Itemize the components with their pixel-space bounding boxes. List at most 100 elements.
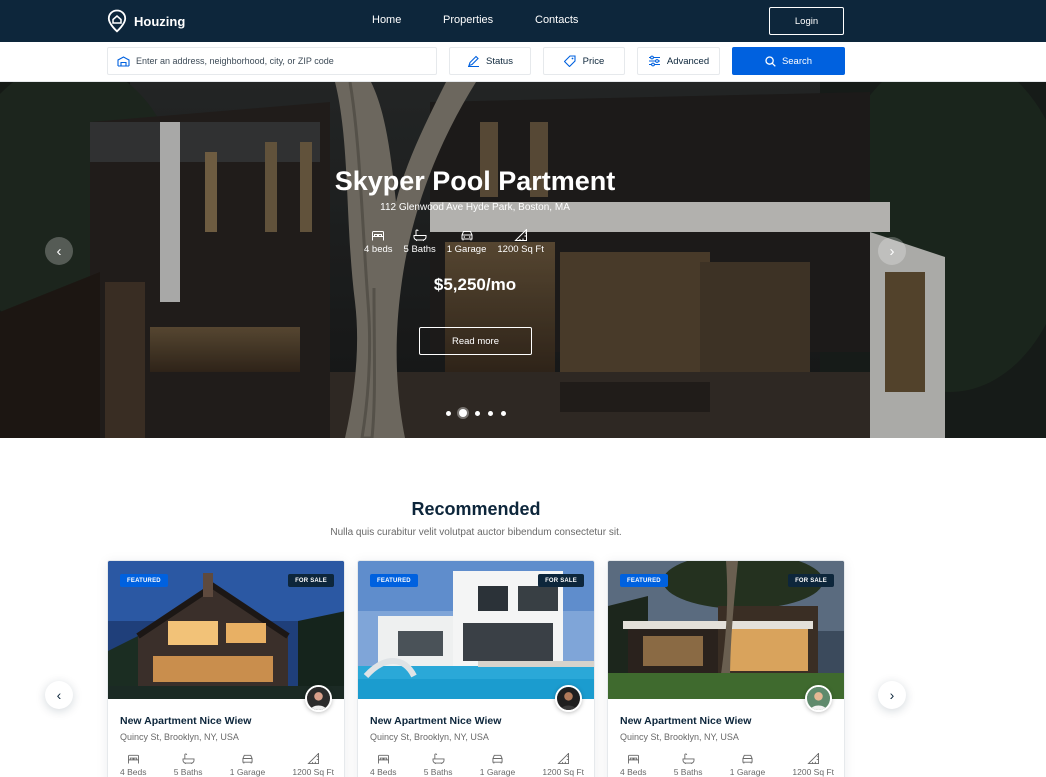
car-icon (492, 754, 503, 764)
agent-avatar[interactable] (555, 685, 582, 712)
price-filter-button[interactable]: Price (543, 47, 625, 75)
property-image: FEATURED FOR SALE (358, 561, 594, 699)
property-title[interactable]: New Apartment Nice Wiew (370, 715, 501, 727)
search-icon (765, 55, 776, 67)
carousel-dot-1[interactable] (446, 410, 451, 416)
carousel-dot-4[interactable] (488, 410, 493, 416)
property-features: 4 Beds 5 Baths 1 Garage 1200 Sq Ft (120, 753, 334, 777)
feature-beds: 4 Beds (370, 753, 396, 777)
chevron-right-icon: › (889, 242, 895, 260)
property-address: Quincy St, Brooklyn, NY, USA (120, 732, 239, 742)
area-label: 1200 Sq Ft (292, 767, 334, 777)
recommended-next-button[interactable]: › (878, 681, 906, 709)
advanced-filter-button[interactable]: Advanced (637, 47, 720, 75)
search-bar: Status Price Advanced Search (0, 42, 1046, 82)
feature-baths: 5 Baths (424, 753, 453, 777)
property-title[interactable]: New Apartment Nice Wiew (120, 715, 251, 727)
nav-link-properties[interactable]: Properties (443, 14, 493, 26)
hero-features: 4 beds 5 Baths 1 Garage 1200 Sq Ft (364, 229, 544, 255)
nav-link-home[interactable]: Home (372, 14, 401, 26)
featured-badge: FEATURED (620, 574, 668, 587)
building-icon (117, 55, 130, 67)
feature-area: 1200 Sq Ft (292, 753, 334, 777)
recommended-subtitle: Nulla quis curabitur velit volutpat auct… (330, 527, 622, 538)
carousel-dot-3[interactable] (475, 410, 480, 416)
feature-baths: 5 Baths (174, 753, 203, 777)
status-label: Status (486, 55, 513, 67)
bed-icon (627, 754, 639, 764)
property-card[interactable]: FEATURED FOR SALE New Apartment Nice Wie… (357, 560, 595, 777)
map-pin-house-icon (107, 9, 127, 33)
brand-name: Houzing (134, 13, 186, 29)
beds-label: 4 Beds (370, 767, 397, 777)
property-features: 4 Beds 5 Baths 1 Garage 1200 Sq Ft (620, 753, 834, 777)
baths-label: 5 Baths (673, 767, 703, 777)
chevron-right-icon: › (889, 687, 895, 703)
ruler-icon (807, 753, 819, 764)
hero-prev-button[interactable]: ‹ (45, 237, 73, 265)
property-title[interactable]: New Apartment Nice Wiew (620, 715, 751, 727)
for-sale-badge: FOR SALE (538, 574, 584, 587)
feature-area: 1200 Sq Ft (792, 753, 834, 777)
property-card[interactable]: FEATURED FOR SALE New Apartment Nice Wie… (107, 560, 345, 777)
pen-icon (468, 55, 480, 67)
feature-beds: 4 Beds (620, 753, 646, 777)
bath-icon (682, 753, 695, 764)
car-icon (461, 231, 473, 241)
nav-link-contacts[interactable]: Contacts (535, 14, 578, 26)
hero-feature-garage: 1 Garage (447, 229, 486, 255)
avatar-photo (807, 687, 830, 710)
hero-price: $5,250/mo (433, 275, 517, 294)
brand-logo[interactable]: Houzing (107, 9, 185, 33)
bed-icon (372, 231, 385, 241)
recommended-title: Recommended (411, 499, 541, 519)
bath-icon (413, 229, 427, 241)
hero-baths-label: 5 Baths (403, 244, 436, 255)
tag-icon (563, 55, 576, 67)
bath-icon (182, 753, 195, 764)
agent-avatar[interactable] (805, 685, 832, 712)
search-button[interactable]: Search (732, 47, 845, 75)
price-label: Price (582, 55, 605, 67)
read-more-button[interactable]: Read more (419, 327, 532, 355)
garage-label: 1 Garage (229, 767, 266, 777)
hero-next-button[interactable]: › (878, 237, 906, 265)
recommended-prev-button[interactable]: ‹ (45, 681, 73, 709)
beds-label: 4 Beds (620, 767, 647, 777)
status-filter-button[interactable]: Status (449, 47, 531, 75)
ruler-icon (513, 229, 527, 241)
login-button[interactable]: Login (769, 7, 844, 35)
garage-label: 1 Garage (729, 767, 766, 777)
baths-label: 5 Baths (423, 767, 453, 777)
property-address: Quincy St, Brooklyn, NY, USA (620, 732, 739, 742)
agent-avatar[interactable] (305, 685, 332, 712)
garage-label: 1 Garage (479, 767, 516, 777)
carousel-dot-5[interactable] (501, 410, 506, 416)
for-sale-badge: FOR SALE (288, 574, 334, 587)
search-field[interactable] (107, 47, 437, 75)
hero-area-label: 1200 Sq Ft (497, 244, 544, 255)
advanced-label: Advanced (666, 55, 710, 67)
baths-label: 5 Baths (173, 767, 203, 777)
chevron-left-icon: ‹ (56, 242, 62, 260)
search-input[interactable] (136, 56, 426, 66)
featured-badge: FEATURED (370, 574, 418, 587)
feature-garage: 1 Garage (230, 753, 265, 777)
feature-garage: 1 Garage (480, 753, 515, 777)
property-image: FEATURED FOR SALE (108, 561, 344, 699)
property-card[interactable]: FEATURED FOR SALE New Apartment Nice Wie… (607, 560, 845, 777)
hero-feature-area: 1200 Sq Ft (497, 229, 544, 255)
beds-label: 4 Beds (120, 767, 147, 777)
bath-icon (432, 753, 445, 764)
property-address: Quincy St, Brooklyn, NY, USA (370, 732, 489, 742)
area-label: 1200 Sq Ft (542, 767, 584, 777)
carousel-dot-2[interactable] (459, 409, 467, 417)
hero-feature-beds: 4 beds (364, 229, 393, 255)
ruler-icon (557, 753, 569, 764)
featured-badge: FEATURED (120, 574, 168, 587)
car-icon (242, 754, 253, 764)
feature-baths: 5 Baths (674, 753, 703, 777)
ruler-icon (307, 753, 319, 764)
area-label: 1200 Sq Ft (792, 767, 834, 777)
chevron-left-icon: ‹ (56, 687, 62, 703)
